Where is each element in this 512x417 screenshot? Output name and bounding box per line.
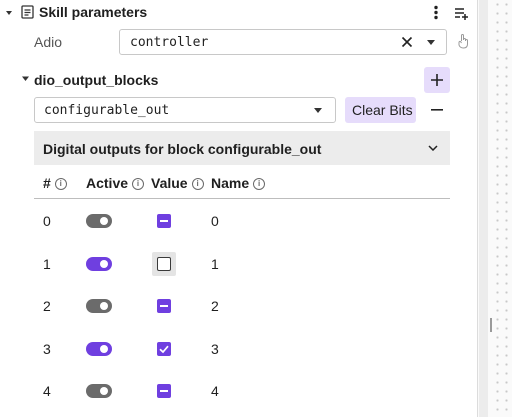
- digital-outputs-panel-header[interactable]: Digital outputs for block configurable_o…: [34, 131, 450, 165]
- plus-icon: [430, 73, 444, 87]
- playlist-add-icon[interactable]: [454, 6, 470, 20]
- row-name: 1: [211, 256, 219, 272]
- row-index: 3: [43, 341, 51, 357]
- active-toggle[interactable]: [86, 257, 112, 271]
- blocks-title: dio_output_blocks: [34, 72, 159, 88]
- active-toggle[interactable]: [86, 384, 112, 398]
- hand-pointer-icon[interactable]: [458, 33, 469, 49]
- row-name: 0: [211, 213, 219, 229]
- block-select-value: configurable_out: [44, 103, 170, 118]
- caret-down-icon[interactable]: [314, 108, 322, 114]
- active-toggle[interactable]: [86, 342, 112, 356]
- block-select[interactable]: configurable_out: [34, 97, 336, 123]
- col-header-name: Name i: [211, 175, 266, 191]
- collapse-caret-icon[interactable]: [22, 76, 29, 82]
- add-block-button[interactable]: [424, 67, 450, 93]
- header-divider: [34, 198, 450, 199]
- chevron-down-icon[interactable]: [428, 145, 438, 151]
- row-name: 3: [211, 341, 219, 357]
- minus-icon[interactable]: [431, 109, 443, 111]
- col-header-index: # i: [43, 175, 67, 191]
- clear-bits-button[interactable]: Clear Bits: [345, 97, 416, 123]
- adio-select[interactable]: controller: [119, 29, 447, 55]
- section-title: Skill parameters: [39, 4, 148, 20]
- grid-dots: [493, 0, 512, 417]
- panel-title: Digital outputs for block configurable_o…: [43, 141, 322, 157]
- close-icon[interactable]: [401, 36, 413, 48]
- adio-select-value: controller: [130, 35, 209, 50]
- adio-label: Adio: [34, 34, 63, 50]
- col-header-active: Active i: [86, 175, 145, 191]
- value-checkbox[interactable]: [157, 214, 171, 228]
- row-index: 0: [43, 213, 51, 229]
- info-icon[interactable]: i: [54, 178, 67, 191]
- row-name: 4: [211, 383, 219, 399]
- value-checkbox[interactable]: [157, 342, 171, 356]
- active-toggle[interactable]: [86, 214, 112, 228]
- document-icon: [21, 5, 34, 19]
- row-name: 2: [211, 298, 219, 314]
- row-index: 2: [43, 298, 51, 314]
- col-header-value: Value i: [151, 175, 204, 191]
- caret-down-icon[interactable]: [427, 40, 435, 46]
- info-icon[interactable]: i: [132, 178, 145, 191]
- collapse-caret-icon[interactable]: [5, 9, 13, 17]
- clear-bits-label: Clear Bits: [352, 102, 413, 118]
- scrollbar-handle[interactable]: [490, 318, 492, 332]
- active-toggle[interactable]: [86, 299, 112, 313]
- value-checkbox[interactable]: [157, 257, 171, 271]
- value-checkbox[interactable]: [157, 299, 171, 313]
- value-checkbox[interactable]: [157, 384, 171, 398]
- row-index: 1: [43, 256, 51, 272]
- row-index: 4: [43, 383, 51, 399]
- more-vertical-icon[interactable]: [433, 5, 439, 20]
- info-icon[interactable]: i: [191, 178, 204, 191]
- scrollbar-track[interactable]: [479, 0, 488, 417]
- info-icon[interactable]: i: [253, 178, 266, 191]
- check-icon: [159, 345, 169, 354]
